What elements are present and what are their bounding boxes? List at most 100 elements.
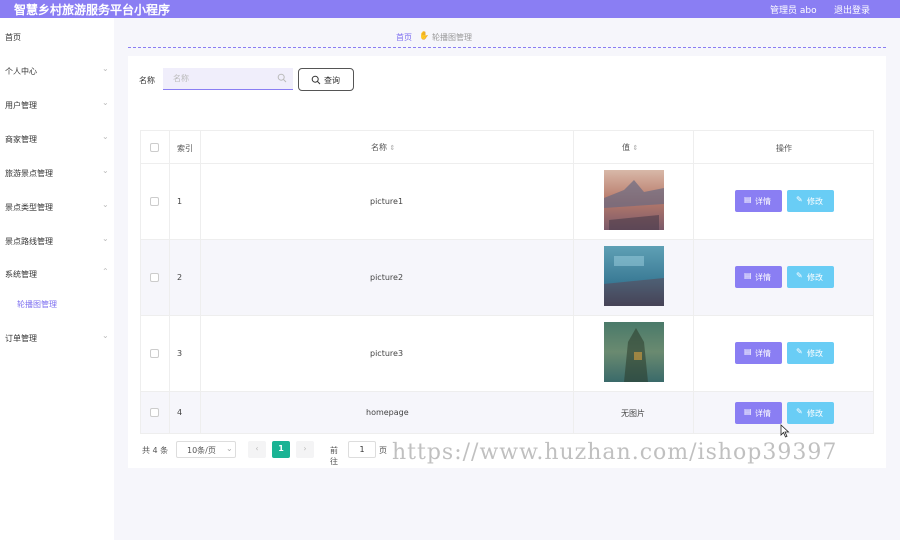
- goto-label: 前往: [330, 446, 338, 466]
- query-button[interactable]: 查询: [298, 68, 354, 91]
- carousel-image-thumbnail: [604, 246, 664, 306]
- sidebar-item-label: 景点类型管理: [5, 203, 53, 212]
- row-name: homepage: [366, 408, 409, 417]
- edit-button[interactable]: ✎ 修改: [787, 402, 834, 424]
- filter-name-label: 名称: [139, 76, 155, 85]
- sort-icon: ⇕: [389, 144, 396, 152]
- edit-button[interactable]: ✎ 修改: [787, 190, 834, 212]
- sidebar-item-attraction-type-management[interactable]: 景点类型管理 ⌄: [0, 198, 114, 218]
- edit-button-label: 修改: [807, 409, 823, 418]
- no-image-text: 无图片: [621, 409, 645, 418]
- column-divider: [693, 131, 694, 433]
- query-button-label: 查询: [324, 76, 340, 85]
- watermark: https://www.huzhan.com/ishop39397: [392, 440, 838, 465]
- row-checkbox[interactable]: [150, 408, 159, 417]
- detail-button-label: 详情: [755, 197, 771, 206]
- value-header-label: 值: [622, 143, 630, 152]
- pencil-icon: ✎: [796, 271, 803, 280]
- chevron-down-icon: ⌄: [102, 98, 109, 107]
- pencil-icon: ✎: [796, 195, 803, 204]
- sidebar-item-label: 系统管理: [5, 270, 37, 279]
- breadcrumb-current: 轮播图管理: [432, 33, 472, 42]
- sidebar-subitem-label: 轮播图管理: [17, 300, 57, 309]
- chevron-down-icon: ⌄: [226, 444, 233, 453]
- row-index: 1: [177, 197, 183, 206]
- mouse-cursor-icon: [780, 424, 790, 438]
- sidebar-item-user-management[interactable]: 用户管理 ⌄: [0, 96, 114, 116]
- detail-button-label: 详情: [755, 273, 771, 282]
- row-checkbox[interactable]: [150, 349, 159, 358]
- value-header[interactable]: 值 ⇕: [622, 142, 638, 153]
- sidebar: 首页 个人中心 ⌄ 用户管理 ⌄ 商家管理 ⌄ 旅游景点管理 ⌄ 景点类型管理 …: [0, 18, 114, 540]
- breadcrumb-home-link[interactable]: 首页: [396, 32, 412, 43]
- detail-button[interactable]: ▤ 详情: [735, 190, 782, 212]
- sidebar-subitem-carousel-management[interactable]: 轮播图管理: [0, 296, 114, 314]
- row-name: picture3: [370, 349, 404, 358]
- sidebar-item-merchant-management[interactable]: 商家管理 ⌄: [0, 130, 114, 150]
- sidebar-item-label: 订单管理: [5, 334, 37, 343]
- total-count: 共 4 条: [142, 446, 169, 455]
- admin-label: 管理员 abo: [770, 6, 817, 16]
- document-icon: ▤: [744, 347, 752, 356]
- detail-button-label: 详情: [755, 409, 771, 418]
- row-name: picture1: [370, 197, 404, 206]
- edit-button[interactable]: ✎ 修改: [787, 266, 834, 288]
- table-row: 3 picture3 ▤ 详情 ✎ 修改: [141, 316, 873, 392]
- hand-icon: ✋: [419, 31, 429, 40]
- app-title: 智慧乡村旅游服务平台小程序: [14, 3, 171, 17]
- sidebar-item-system-management[interactable]: 系统管理 ⌃: [0, 265, 114, 285]
- breadcrumb: 首页 ✋ 轮播图管理: [128, 30, 886, 48]
- row-index: 3: [177, 349, 183, 358]
- next-page-button[interactable]: ›: [296, 441, 314, 458]
- sidebar-item-label: 用户管理: [5, 101, 37, 110]
- sort-icon: ⇕: [632, 144, 639, 152]
- logout-link[interactable]: 退出登录: [834, 3, 870, 16]
- edit-button-label: 修改: [807, 349, 823, 358]
- row-name: picture2: [370, 273, 404, 282]
- row-checkbox[interactable]: [150, 273, 159, 282]
- sidebar-item-label: 首页: [5, 33, 21, 42]
- sidebar-item-order-management[interactable]: 订单管理 ⌄: [0, 329, 114, 349]
- column-divider: [200, 131, 201, 433]
- sidebar-item-home[interactable]: 首页: [0, 28, 114, 48]
- row-checkbox[interactable]: [150, 197, 159, 206]
- search-icon: [311, 75, 321, 85]
- current-page-button[interactable]: 1: [272, 441, 290, 458]
- pencil-icon: ✎: [796, 347, 803, 356]
- sidebar-item-label: 旅游景点管理: [5, 169, 53, 178]
- sidebar-item-personal-center[interactable]: 个人中心 ⌄: [0, 62, 114, 82]
- page-suffix: 页: [379, 446, 387, 455]
- edit-button-label: 修改: [807, 273, 823, 282]
- sidebar-item-label: 商家管理: [5, 135, 37, 144]
- detail-button[interactable]: ▤ 详情: [735, 402, 782, 424]
- detail-button[interactable]: ▤ 详情: [735, 266, 782, 288]
- table-row: 1 picture1 ▤ 详情 ✎ 修改: [141, 164, 873, 240]
- column-divider: [573, 131, 574, 433]
- chevron-down-icon: ⌄: [102, 64, 109, 73]
- detail-button[interactable]: ▤ 详情: [735, 342, 782, 364]
- page-size-select[interactable]: 10条/页 ⌄: [176, 441, 236, 458]
- sidebar-item-attraction-management[interactable]: 旅游景点管理 ⌄: [0, 164, 114, 184]
- table-row: 2 picture2 ▤ 详情 ✎ 修改: [141, 240, 873, 316]
- carousel-image-thumbnail: [604, 170, 664, 230]
- sidebar-item-route-management[interactable]: 景点路线管理 ⌄: [0, 232, 114, 252]
- carousel-table: 索引 名称 ⇕ 值 ⇕ 操作 1 picture1 ▤ 详情 ✎ 修改 2 pict…: [140, 130, 874, 434]
- name-header[interactable]: 名称 ⇕: [371, 142, 395, 153]
- actions-header: 操作: [776, 144, 792, 153]
- table-row: 4 homepage 无图片 ▤ 详情 ✎ 修改: [141, 392, 873, 433]
- goto-page-input[interactable]: [348, 441, 376, 458]
- select-all-checkbox[interactable]: [150, 143, 159, 152]
- row-index: 2: [177, 273, 183, 282]
- prev-page-button[interactable]: ‹: [248, 441, 266, 458]
- name-search-input[interactable]: [163, 68, 293, 90]
- index-header: 索引: [177, 144, 193, 153]
- edit-button[interactable]: ✎ 修改: [787, 342, 834, 364]
- top-bar: 智慧乡村旅游服务平台小程序 管理员 abo 退出登录: [0, 0, 900, 18]
- search-icon: [277, 73, 287, 83]
- pencil-icon: ✎: [796, 407, 803, 416]
- document-icon: ▤: [744, 195, 752, 204]
- detail-button-label: 详情: [755, 349, 771, 358]
- page-size-value: 10条/页: [187, 446, 216, 455]
- name-header-label: 名称: [371, 143, 387, 152]
- column-divider: [169, 131, 170, 433]
